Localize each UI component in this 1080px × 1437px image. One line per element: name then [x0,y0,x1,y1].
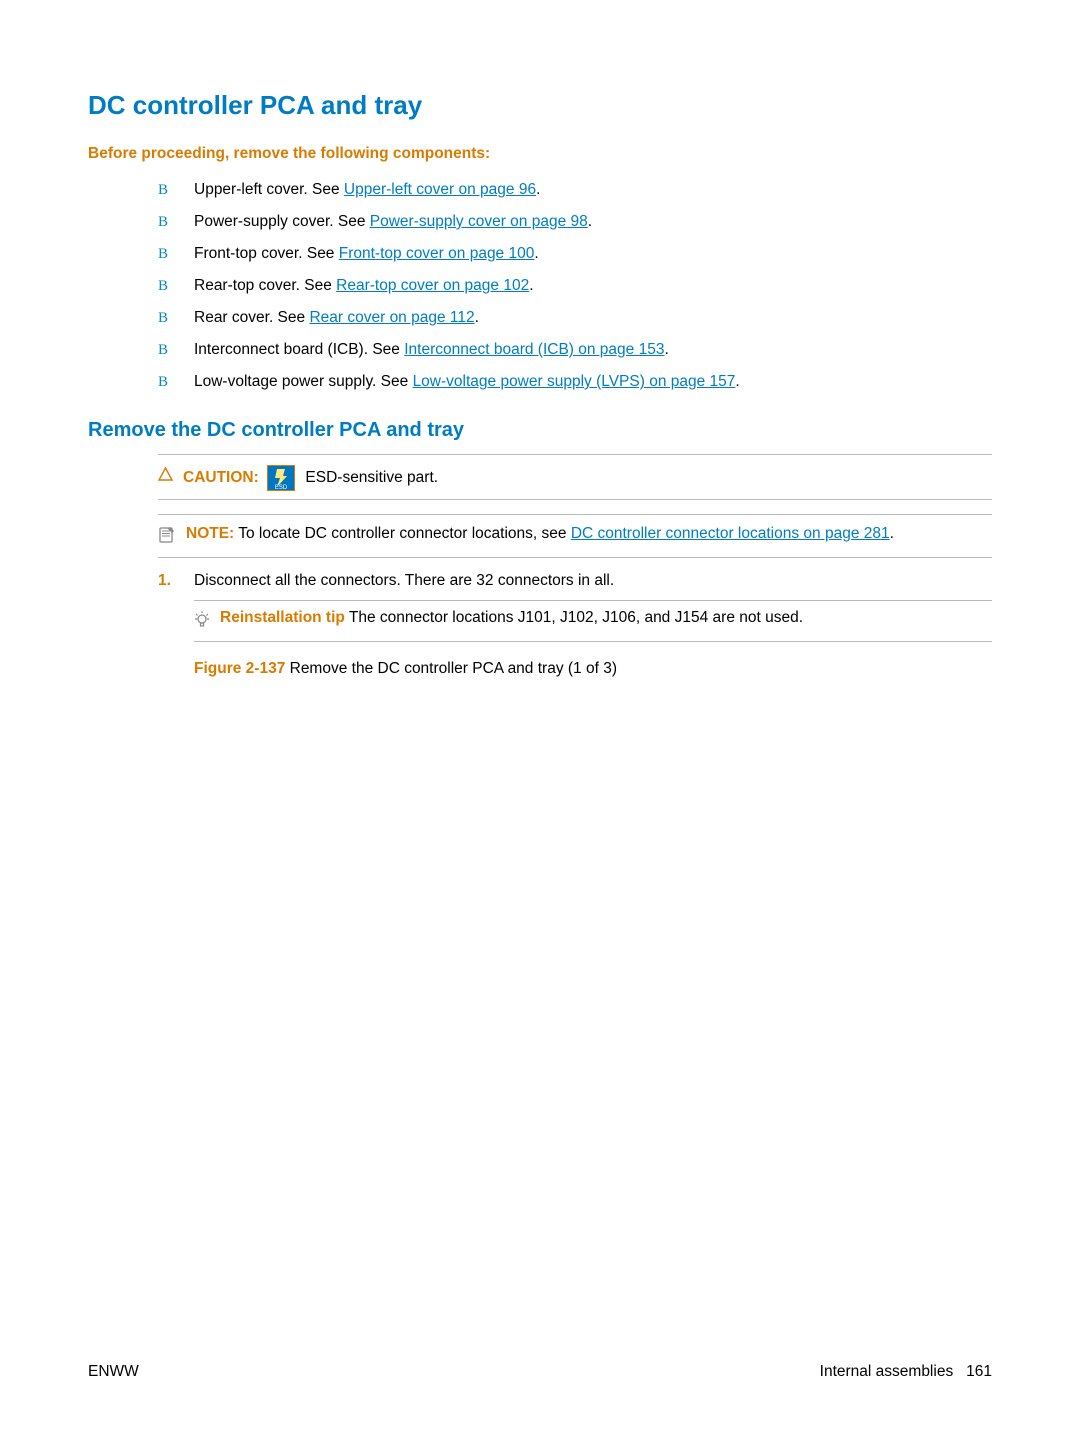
step-number: 1. [158,572,194,590]
list-item-text: Front-top cover. See Front-top cover on … [194,245,539,263]
tip-icon [194,610,210,633]
footer-right: Internal assemblies 161 [820,1363,992,1381]
list-item: B Low-voltage power supply. See Low-volt… [88,373,992,391]
caution-icon [158,467,173,485]
section-heading: Remove the DC controller PCA and tray [88,419,992,442]
bullet-icon: B [158,182,194,199]
note-label: NOTE: [186,525,234,542]
list-item-text: Rear cover. See Rear cover on page 112. [194,309,479,327]
caution-callout: CAUTION: ESD ESD-sensitive part. [158,454,992,500]
xref-link[interactable]: Low-voltage power supply (LVPS) on page … [413,373,736,390]
note-content: NOTE: To locate DC controller connector … [186,525,894,543]
list-item-text: Interconnect board (ICB). See Interconne… [194,341,669,359]
list-item-text: Upper-left cover. See Upper-left cover o… [194,181,540,199]
list-item: B Interconnect board (ICB). See Intercon… [88,341,992,359]
svg-text:ESD: ESD [275,485,288,491]
list-item-text: Power-supply cover. See Power-supply cov… [194,213,592,231]
note-icon [158,526,176,549]
list-item-text: Rear-top cover. See Rear-top cover on pa… [194,277,534,295]
xref-link[interactable]: DC controller connector locations on pag… [571,525,890,542]
xref-link[interactable]: Front-top cover on page 100 [339,245,535,262]
page-footer: ENWW Internal assemblies 161 [88,1363,992,1381]
caution-content: CAUTION: ESD ESD-sensitive part. [183,465,438,491]
step-text: Disconnect all the connectors. There are… [194,572,614,590]
tip-content: Reinstallation tip The connector locatio… [220,609,803,627]
xref-link[interactable]: Interconnect board (ICB) on page 153 [404,341,664,358]
list-item: B Rear-top cover. See Rear-top cover on … [88,277,992,295]
figure-text: Remove the DC controller PCA and tray (1… [285,660,617,677]
xref-link[interactable]: Upper-left cover on page 96 [344,181,536,198]
tip-callout: Reinstallation tip The connector locatio… [194,600,992,642]
page-title: DC controller PCA and tray [88,90,992,121]
xref-link[interactable]: Power-supply cover on page 98 [370,213,588,230]
bullet-icon: B [158,310,194,327]
bullet-icon: B [158,342,194,359]
esd-icon: ESD [267,465,295,491]
bullet-icon: B [158,374,194,391]
list-item: B Power-supply cover. See Power-supply c… [88,213,992,231]
figure-caption: Figure 2-137 Remove the DC controller PC… [194,660,992,678]
prereq-list: B Upper-left cover. See Upper-left cover… [88,181,992,391]
list-item: B Front-top cover. See Front-top cover o… [88,245,992,263]
prereq-heading: Before proceeding, remove the following … [88,145,992,163]
tip-label: Reinstallation tip [220,609,345,626]
note-callout: NOTE: To locate DC controller connector … [158,514,992,558]
step-item: 1. Disconnect all the connectors. There … [158,572,992,590]
caution-label: CAUTION: [183,469,259,486]
xref-link[interactable]: Rear-top cover on page 102 [336,277,529,294]
list-item: B Rear cover. See Rear cover on page 112… [88,309,992,327]
tip-text: The connector locations J101, J102, J106… [345,609,803,626]
list-item-text: Low-voltage power supply. See Low-voltag… [194,373,740,391]
bullet-icon: B [158,278,194,295]
bullet-icon: B [158,246,194,263]
xref-link[interactable]: Rear cover on page 112 [309,309,474,326]
list-item: B Upper-left cover. See Upper-left cover… [88,181,992,199]
figure-label: Figure 2-137 [194,660,285,677]
caution-text: ESD-sensitive part. [305,469,438,486]
footer-left: ENWW [88,1363,139,1381]
bullet-icon: B [158,214,194,231]
